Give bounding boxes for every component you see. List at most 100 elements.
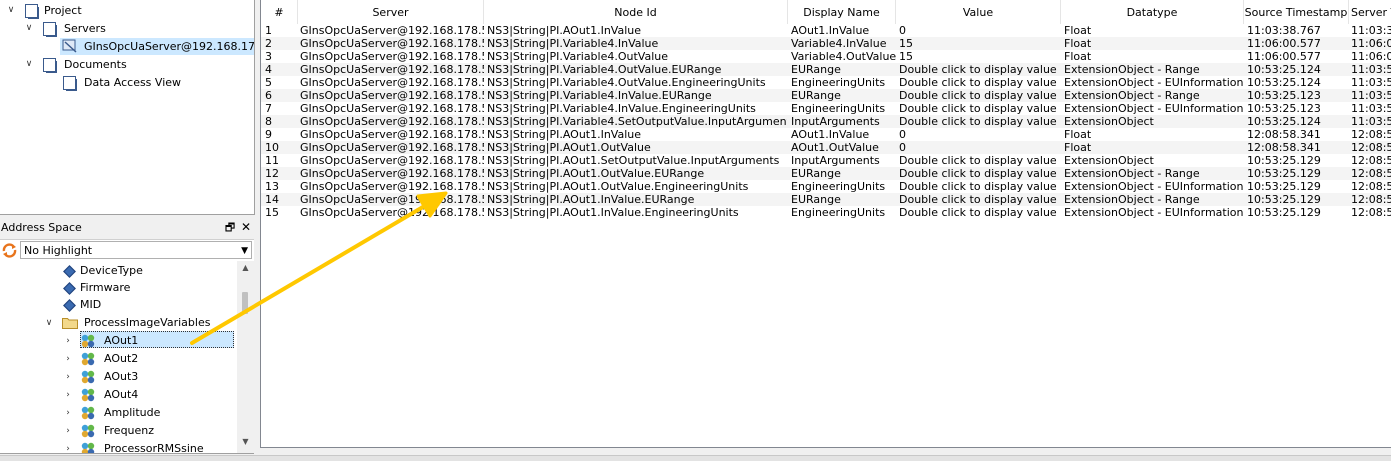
chevron-right-icon[interactable]: ›: [63, 390, 73, 400]
column-header-value[interactable]: Value: [896, 0, 1061, 24]
vertical-scrollbar[interactable]: ▲ ▼: [237, 261, 254, 453]
tree-item-mid[interactable]: MID: [0, 296, 236, 314]
table-row[interactable]: 15 GInsOpcUaServer@192.168.178.58 NS3|Stri…: [261, 206, 1391, 219]
table-row[interactable]: 2 GInsOpcUaServer@192.168.178.58 NS3|Strin…: [261, 37, 1391, 50]
cell-value[interactable]: Double click to display value: [899, 154, 1061, 167]
cell-value[interactable]: Double click to display value: [899, 193, 1061, 206]
cell-value[interactable]: 15: [899, 37, 1061, 50]
chevron-right-icon[interactable]: ›: [63, 408, 73, 418]
cell-index: 7: [265, 102, 272, 115]
table-row[interactable]: 12 GInsOpcUaServer@192.168.178.58 NS3|Stri…: [261, 167, 1391, 180]
table-row[interactable]: 10 GInsOpcUaServer@192.168.178.58 NS3|Stri…: [261, 141, 1391, 154]
tree-item-project[interactable]: ∨ Project: [0, 2, 254, 19]
cell-datatype: ExtensionObject - Range: [1064, 63, 1200, 76]
table-row[interactable]: 4 GInsOpcUaServer@192.168.178.58 NS3|Strin…: [261, 63, 1391, 76]
scroll-down-icon[interactable]: ▼: [237, 437, 254, 446]
table-row[interactable]: 1 GInsOpcUaServer@192.168.178.58 NS3|Strin…: [261, 24, 1391, 37]
table-row[interactable]: 14 GInsOpcUaServer@192.168.178.58 NS3|Stri…: [261, 193, 1391, 206]
column-header-source-timestamp[interactable]: Source Timestamp: [1244, 0, 1349, 24]
column-header-display-name[interactable]: Display Name: [788, 0, 896, 24]
column-header-server[interactable]: Server: [298, 0, 484, 24]
tree-item-data-access-view[interactable]: Data Access View: [0, 74, 254, 91]
cell-display-name: AOut1.OutValue: [791, 141, 879, 154]
cell-display-name: EngineeringUnits: [791, 102, 886, 115]
chevron-right-icon[interactable]: ›: [63, 372, 73, 382]
cell-value[interactable]: 0: [899, 141, 1061, 154]
highlight-dropdown[interactable]: No Highlight ▼: [20, 241, 252, 259]
tree-item-frequenz[interactable]: › Frequenz: [0, 422, 236, 440]
tree-item-label: Amplitude: [104, 406, 161, 419]
variable-icon: [81, 334, 95, 348]
tree-item-devicetype[interactable]: DeviceType: [0, 262, 236, 280]
cell-value[interactable]: 0: [899, 128, 1061, 141]
tree-item-label: ProcessImageVariables: [84, 316, 211, 329]
cell-datatype: ExtensionObject: [1064, 115, 1154, 128]
tree-item-aout3[interactable]: › AOut3: [0, 368, 236, 386]
documents-label: Documents: [64, 58, 127, 71]
tree-item-aout4[interactable]: › AOut4: [0, 386, 236, 404]
column-header-index[interactable]: #: [261, 0, 298, 24]
scroll-up-icon[interactable]: ▲: [237, 263, 254, 272]
table-row[interactable]: 8 GInsOpcUaServer@192.168.178.58 NS3|Strin…: [261, 115, 1391, 128]
table-row[interactable]: 5 GInsOpcUaServer@192.168.178.58 NS3|Strin…: [261, 76, 1391, 89]
cell-value[interactable]: Double click to display value: [899, 115, 1061, 128]
cell-node-id: NS3|String|PI.AOut1.OutValue.EURange: [487, 167, 705, 180]
cell-index: 3: [265, 50, 272, 63]
cell-datatype: ExtensionObject - EUInformation: [1064, 76, 1244, 89]
cell-node-id: NS3|String|PI.Variable4.OutValue.Enginee…: [487, 76, 766, 89]
chevron-right-icon[interactable]: ›: [63, 426, 73, 436]
tree-item-processimagevariables[interactable]: ∨ ProcessImageVariables: [0, 314, 236, 332]
float-window-icon[interactable]: 🗗: [224, 219, 236, 236]
chevron-down-icon[interactable]: ∨: [24, 59, 34, 69]
refresh-icon[interactable]: [2, 243, 17, 258]
cell-display-name: Variable4.OutValue: [791, 50, 896, 63]
tree-item-amplitude[interactable]: › Amplitude: [0, 404, 236, 422]
chevron-right-icon[interactable]: ›: [63, 336, 73, 346]
cell-server: GInsOpcUaServer@192.168.178.58: [300, 50, 484, 63]
column-header-server-timestamp[interactable]: Server T: [1349, 0, 1391, 24]
address-space-title: Address Space: [1, 221, 82, 234]
cell-value[interactable]: Double click to display value: [899, 63, 1061, 76]
chevron-right-icon[interactable]: ›: [63, 354, 73, 364]
cell-node-id: NS3|String|PI.AOut1.InValue.EURange: [487, 193, 695, 206]
chevron-down-icon[interactable]: ∨: [24, 23, 34, 33]
cell-value[interactable]: Double click to display value: [899, 76, 1061, 89]
cell-server-timestamp: 12:08:58: [1351, 141, 1391, 154]
column-header-datatype[interactable]: Datatype: [1061, 0, 1244, 24]
cell-server-timestamp: 11:03:59: [1351, 102, 1391, 115]
table-row[interactable]: 13 GInsOpcUaServer@192.168.178.58 NS3|Stri…: [261, 180, 1391, 193]
cell-server: GInsOpcUaServer@192.168.178.58: [300, 76, 484, 89]
cell-datatype: ExtensionObject - Range: [1064, 89, 1200, 102]
tree-item-documents[interactable]: ∨ Documents: [0, 56, 254, 73]
tree-item-aout1[interactable]: › AOut1: [0, 332, 236, 350]
documents-folder-icon: [43, 58, 56, 72]
chevron-right-icon[interactable]: ›: [63, 444, 73, 453]
column-header-node-id[interactable]: Node Id: [484, 0, 788, 24]
table-row[interactable]: 11 GInsOpcUaServer@192.168.178.58 NS3|Stri…: [261, 154, 1391, 167]
tree-item-servers[interactable]: ∨ Servers: [0, 20, 254, 37]
cell-node-id: NS3|String|PI.AOut1.InValue.EngineeringU…: [487, 206, 739, 219]
cell-value[interactable]: Double click to display value: [899, 167, 1061, 180]
tree-item-processorrmssine[interactable]: › ProcessorRMSsine: [0, 440, 236, 453]
cell-value[interactable]: Double click to display value: [899, 89, 1061, 102]
tree-item-aout2[interactable]: › AOut2: [0, 350, 236, 368]
cell-value[interactable]: 15: [899, 50, 1061, 63]
table-row[interactable]: 3 GInsOpcUaServer@192.168.178.58 NS3|Strin…: [261, 50, 1391, 63]
data-access-grid: # Server Node Id Display Name Value Data…: [260, 0, 1391, 448]
cell-source-timestamp: 10:53:25.129: [1247, 154, 1321, 167]
cell-value[interactable]: Double click to display value: [899, 206, 1061, 219]
cell-value[interactable]: Double click to display value: [899, 180, 1061, 193]
chevron-down-icon[interactable]: ∨: [44, 318, 54, 328]
close-icon[interactable]: ✕: [240, 219, 252, 236]
tree-item-server[interactable]: GInsOpcUaServer@192.168.178.58: [0, 38, 254, 55]
scrollbar-thumb[interactable]: [242, 292, 248, 314]
chevron-down-icon[interactable]: ∨: [6, 5, 16, 15]
tree-item-firmware[interactable]: Firmware: [0, 279, 236, 297]
table-row[interactable]: 9 GInsOpcUaServer@192.168.178.58 NS3|Strin…: [261, 128, 1391, 141]
table-row[interactable]: 7 GInsOpcUaServer@192.168.178.58 NS3|Strin…: [261, 102, 1391, 115]
cell-value[interactable]: 0: [899, 24, 1061, 37]
cell-value[interactable]: Double click to display value: [899, 102, 1061, 115]
cell-source-timestamp: 10:53:25.129: [1247, 167, 1321, 180]
chevron-down-icon[interactable]: ▼: [241, 242, 248, 260]
table-row[interactable]: 6 GInsOpcUaServer@192.168.178.58 NS3|Strin…: [261, 89, 1391, 102]
